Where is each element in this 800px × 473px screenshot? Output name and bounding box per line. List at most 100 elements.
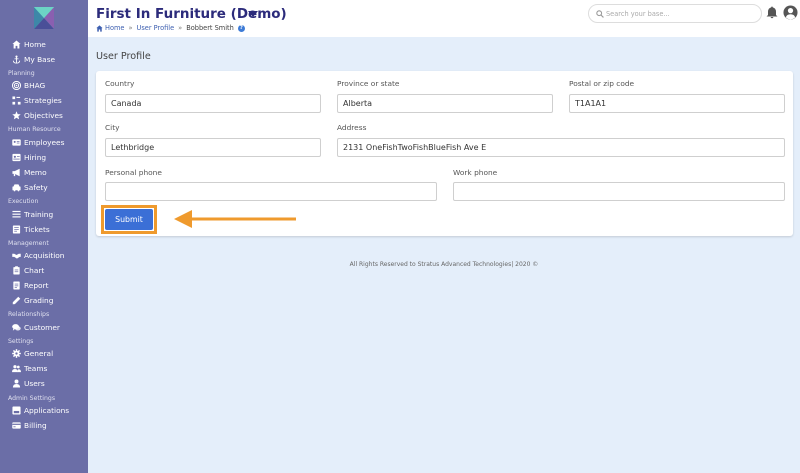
sidebar-item-home[interactable]: Home	[0, 37, 88, 52]
main-content: User Profile Country Province or state P…	[88, 37, 800, 473]
sidebar-item-label: Teams	[24, 364, 48, 373]
sidebar-item-customer[interactable]: Customer	[0, 320, 88, 335]
apps-icon	[11, 406, 21, 416]
postal-code-field[interactable]	[569, 94, 785, 113]
sidebar-item-objectives[interactable]: Objectives	[0, 108, 88, 123]
sidebar-item-general[interactable]: General	[0, 346, 88, 361]
sidebar-item-grading[interactable]: Grading	[0, 293, 88, 308]
company-dropdown-caret[interactable]	[248, 11, 258, 17]
sidebar-item-label: Applications	[24, 406, 70, 415]
handshake-icon	[11, 251, 21, 261]
id-badge-icon	[11, 153, 21, 163]
company-name[interactable]: First In Furniture (Demo)	[96, 6, 287, 22]
postal-code-label: Postal or zip code	[569, 79, 635, 88]
bell-icon[interactable]	[766, 6, 778, 19]
car-icon	[11, 183, 21, 193]
breadcrumb-current: Bobbert Smith	[186, 24, 234, 32]
pencil-icon	[11, 296, 21, 306]
city-label: City	[105, 123, 120, 132]
sidebar-item-acquisition[interactable]: Acquisition	[0, 248, 88, 263]
sidebar-item-hiring[interactable]: Hiring	[0, 150, 88, 165]
address-field[interactable]	[337, 138, 785, 157]
user-icon	[11, 379, 21, 389]
sidebar-item-label: Objectives	[24, 111, 63, 120]
section-title-relationships: Relationships	[8, 311, 50, 318]
sidebar-item-label: Report	[24, 281, 49, 290]
province-label: Province or state	[337, 79, 400, 88]
sidebar-item-label: Memo	[24, 168, 47, 177]
search-input[interactable]	[606, 7, 756, 20]
country-field[interactable]	[105, 94, 321, 113]
sidebar-item-applications[interactable]: Applications	[0, 403, 88, 418]
section-title-execution: Execution	[8, 198, 39, 205]
breadcrumb-separator: »	[128, 24, 133, 32]
ticket-icon	[11, 225, 21, 235]
sidebar-item-label: Home	[24, 40, 46, 49]
section-title-management: Management	[8, 240, 49, 247]
annotation-arrow	[174, 210, 296, 228]
help-icon[interactable]: ?	[237, 24, 245, 32]
page-title: User Profile	[96, 51, 151, 62]
breadcrumb-home[interactable]: Home	[105, 24, 124, 32]
submit-button[interactable]: Submit	[105, 209, 153, 230]
star-icon	[11, 111, 21, 121]
province-field[interactable]	[337, 94, 553, 113]
section-title-admin-settings: Admin Settings	[8, 395, 56, 402]
app-logo[interactable]	[34, 7, 54, 29]
sidebar-item-label: Employees	[24, 138, 65, 147]
id-card-icon	[11, 138, 21, 148]
sidebar-item-label: General	[24, 349, 54, 358]
sidebar-item-label: Billing	[24, 421, 47, 430]
report-icon	[11, 281, 21, 291]
breadcrumb-user-profile[interactable]: User Profile	[137, 24, 175, 32]
sidebar-item-label: Chart	[24, 266, 45, 275]
sidebar-item-tickets[interactable]: Tickets	[0, 222, 88, 237]
sidebar-item-teams[interactable]: Teams	[0, 361, 88, 376]
credit-card-icon	[11, 421, 21, 431]
sidebar-item-chart[interactable]: Chart	[0, 263, 88, 278]
search-box[interactable]	[588, 4, 762, 23]
work-phone-label: Work phone	[453, 168, 498, 177]
search-icon	[596, 10, 604, 18]
sidebar-item-report[interactable]: Report	[0, 278, 88, 293]
sidebar-item-label: Grading	[24, 296, 54, 305]
breadcrumb: Home » User Profile » Bobbert Smith ?	[96, 24, 245, 32]
sidebar-item-safety[interactable]: Safety	[0, 180, 88, 195]
home-icon	[11, 40, 21, 50]
sidebar-item-label: Acquisition	[24, 251, 65, 260]
sidebar: Home My Base Planning BHAG Strategies Ob…	[0, 0, 88, 473]
sidebar-item-label: Safety	[24, 183, 48, 192]
comments-icon	[11, 323, 21, 333]
address-label: Address	[337, 123, 367, 132]
sidebar-item-training[interactable]: Training	[0, 207, 88, 222]
sidebar-item-strategies[interactable]: Strategies	[0, 93, 88, 108]
sidebar-item-label: Users	[24, 379, 45, 388]
country-label: Country	[105, 79, 135, 88]
bullseye-icon	[11, 81, 21, 91]
anchor-icon	[11, 55, 21, 65]
breadcrumb-separator: »	[178, 24, 183, 32]
strategy-icon	[11, 96, 21, 106]
section-title-settings: Settings	[8, 338, 34, 345]
sidebar-item-memo[interactable]: Memo	[0, 165, 88, 180]
sidebar-item-label: Hiring	[24, 153, 47, 162]
city-field[interactable]	[105, 138, 321, 157]
sidebar-item-employees[interactable]: Employees	[0, 135, 88, 150]
section-title-planning: Planning	[8, 70, 35, 77]
sidebar-item-label: BHAG	[24, 81, 46, 90]
sidebar-item-billing[interactable]: Billing	[0, 418, 88, 433]
sidebar-item-label: Tickets	[24, 225, 50, 234]
sidebar-item-bhag[interactable]: BHAG	[0, 78, 88, 93]
home-icon	[96, 24, 103, 32]
sidebar-item-my-base[interactable]: My Base	[0, 52, 88, 67]
personal-phone-field[interactable]	[105, 182, 437, 201]
sidebar-item-label: Strategies	[24, 96, 62, 105]
top-header: First In Furniture (Demo) Home » User Pr…	[88, 0, 800, 37]
clipboard-icon	[11, 266, 21, 276]
section-title-human-resource: Human Resource	[8, 126, 61, 133]
user-avatar-icon[interactable]	[783, 5, 798, 20]
sidebar-item-users[interactable]: Users	[0, 376, 88, 391]
chalkboard-icon	[11, 210, 21, 220]
work-phone-field[interactable]	[453, 182, 785, 201]
sidebar-item-label: Customer	[24, 323, 60, 332]
